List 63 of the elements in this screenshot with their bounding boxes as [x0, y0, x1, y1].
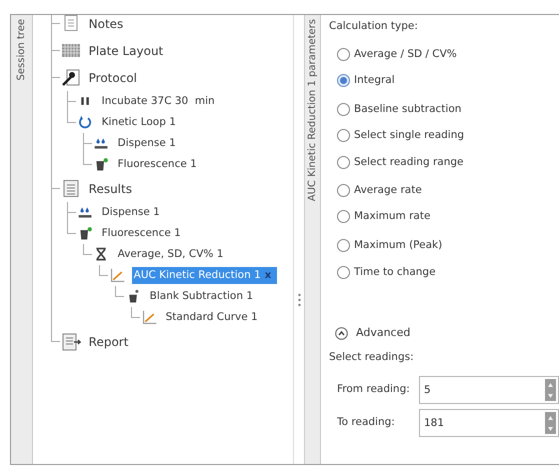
- radio-option[interactable]: Maximum rate: [337, 206, 559, 227]
- radio-button[interactable]: [337, 103, 350, 116]
- radio-button[interactable]: [337, 266, 350, 280]
- tree-item[interactable]: Standard Curve 1: [164, 308, 260, 326]
- radio-label: Maximum (Peak): [354, 238, 442, 253]
- tree-item[interactable]: Fluorescence 1: [116, 156, 199, 174]
- radio-label: Select single reading: [354, 128, 464, 143]
- line-chart-icon: [108, 267, 126, 284]
- radio-label: Time to change: [354, 264, 436, 280]
- tree-item[interactable]: Kinetic Loop 1: [100, 114, 178, 132]
- wrench-icon: [60, 68, 81, 88]
- tree-item[interactable]: Results: [86, 178, 134, 198]
- tree-item[interactable]: Fluorescence 1: [100, 224, 183, 242]
- spinner-buttons[interactable]: [545, 379, 556, 401]
- radio-label: Baseline subtraction: [354, 102, 462, 117]
- tree-line: [98, 265, 108, 276]
- tree-item[interactable]: Notes: [86, 15, 126, 34]
- radio-button[interactable]: [337, 48, 350, 62]
- radio-button[interactable]: [337, 239, 350, 252]
- spinner-buttons[interactable]: [545, 412, 556, 434]
- tree-line: [82, 244, 92, 255]
- tree-item[interactable]: Plate Layout: [86, 40, 166, 60]
- tree-item[interactable]: Report: [86, 332, 130, 352]
- collapse-icon[interactable]: [335, 326, 348, 340]
- field-label: From reading:: [337, 382, 411, 398]
- tree-item[interactable]: Protocol: [86, 68, 139, 88]
- radio-button[interactable]: [337, 210, 350, 224]
- grip-icon[interactable]: [298, 293, 301, 307]
- radio-option[interactable]: Average rate: [337, 180, 559, 201]
- radio-option[interactable]: Integral: [337, 70, 559, 91]
- tree-item[interactable]: Dispense 1: [116, 134, 178, 152]
- tree-item[interactable]: Dispense 1: [100, 204, 162, 222]
- field-label: To reading:: [337, 415, 396, 430]
- tree-item[interactable]: Blank Subtraction 1: [148, 288, 256, 306]
- tree-line: [130, 307, 140, 318]
- session-tree-tab[interactable]: Session tree: [14, 19, 29, 80]
- line-chart-icon: [140, 309, 158, 326]
- number-field[interactable]: 5: [419, 376, 559, 404]
- radio-option[interactable]: Time to change: [337, 262, 559, 283]
- radio-button[interactable]: [337, 156, 350, 170]
- radio-button[interactable]: [337, 74, 350, 88]
- report-icon: [60, 332, 81, 352]
- list-document-icon: [60, 178, 81, 198]
- radio-option[interactable]: Average / SD / CV%: [337, 44, 559, 65]
- radio-button[interactable]: [337, 129, 350, 142]
- radio-label: Average / SD / CV%: [354, 46, 457, 62]
- radio-label: Select reading range: [354, 154, 464, 170]
- radio-option[interactable]: Maximum (Peak): [337, 236, 559, 256]
- tree-item[interactable]: Incubate 37C 30 min: [100, 92, 217, 110]
- radio-button[interactable]: [337, 184, 350, 198]
- tree-line: [114, 286, 124, 297]
- section-label: Select readings:: [329, 350, 415, 366]
- loop-icon: [76, 114, 94, 131]
- section-label: Calculation type:: [329, 19, 419, 34]
- tree-item[interactable]: Average, SD, CV% 1: [116, 246, 226, 264]
- radio-label: Integral: [354, 72, 395, 88]
- radio-label: Average rate: [354, 182, 422, 198]
- number-field[interactable]: 181: [419, 409, 559, 437]
- advanced-toggle[interactable]: Advanced: [356, 324, 410, 342]
- radio-option[interactable]: Select single reading: [337, 126, 559, 146]
- radio-option[interactable]: Select reading range: [337, 152, 559, 173]
- radio-option[interactable]: Baseline subtraction: [337, 100, 559, 120]
- radio-label: Maximum rate: [354, 208, 430, 224]
